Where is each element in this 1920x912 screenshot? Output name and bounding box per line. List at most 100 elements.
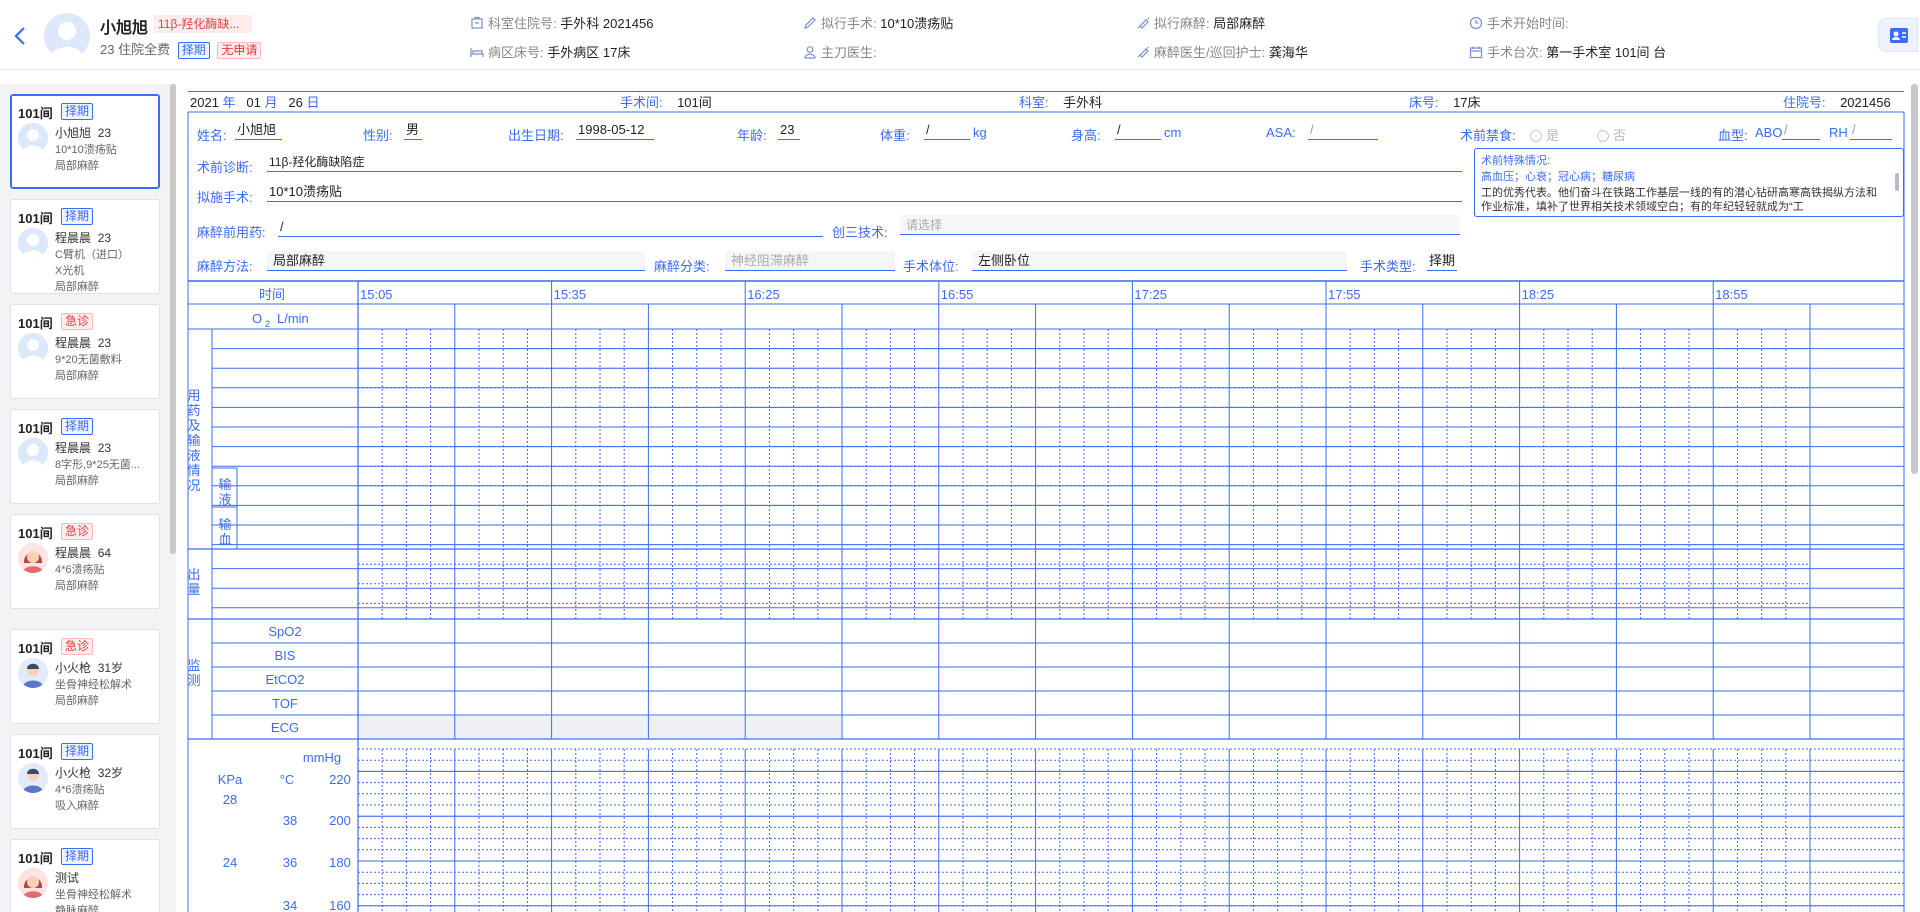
card-name: 小旭旭	[55, 126, 92, 140]
premed-field[interactable]: /	[278, 217, 823, 237]
anes-item: 拟行麻醉: 局部麻醉	[1136, 13, 1265, 32]
blood-label: 血型:	[1718, 128, 1748, 143]
back-arrow-icon[interactable]	[10, 24, 32, 48]
room-label: 手术台次:	[1487, 45, 1543, 60]
sidebar-scrollbar[interactable]	[170, 84, 176, 554]
room-field: 手术间: 101间	[620, 92, 712, 111]
time-value: 16:25	[747, 287, 780, 302]
vertical-char: 情	[187, 463, 200, 478]
special-scrollbar[interactable]	[1895, 173, 1899, 191]
contact-card-button[interactable]	[1878, 18, 1918, 52]
card-anesthesia: 静脉麻醉	[55, 905, 99, 912]
card-type-tag: 择期	[61, 743, 94, 760]
position-label: 手术体位:	[903, 259, 959, 274]
special-conditions: 高血压；心衰；冠心病；糖尿病	[1481, 171, 1635, 183]
card-avatar	[18, 123, 48, 153]
card-name-age: 程晨晨 23	[55, 439, 111, 456]
card-name-age: 程晨晨 64	[55, 544, 111, 561]
fasting-no-radio[interactable]: 否	[1597, 125, 1626, 144]
o2-unit: L/min	[277, 311, 309, 326]
time-label: 时间	[259, 287, 285, 302]
card-type-tag: 急诊	[61, 638, 94, 655]
start-item: 手术开始时间:	[1469, 13, 1572, 32]
ward-label: 病区床号:	[488, 45, 544, 60]
weight-field[interactable]: /	[924, 120, 970, 140]
anes-doc-item: 麻醉医生/巡回护士: 龚海华	[1136, 42, 1308, 61]
card-anesthesia: 局部麻醉	[55, 475, 99, 487]
card-age: 32岁	[97, 766, 124, 780]
card-operation: 4*6溃疡贴	[55, 784, 105, 796]
syringe-icon	[1137, 46, 1150, 58]
vertical-char: 液	[218, 492, 231, 507]
age-field[interactable]: 23	[778, 120, 800, 140]
op-item: 拟行手术: 10*10溃疡贴	[803, 13, 953, 32]
card-type-tag: 择期	[61, 103, 94, 120]
card-operation: 坐骨神经松解术	[55, 679, 132, 691]
op-label: 拟行手术:	[821, 16, 877, 31]
patient-card[interactable]: 101间 择期 程晨晨 23 C臂机（进口） X光机 局部麻醉	[10, 199, 160, 294]
fasting-yes-text: 是	[1546, 128, 1560, 143]
abo-label: ABO	[1755, 125, 1783, 140]
time-value: 17:55	[1328, 287, 1361, 302]
page-scrollbar[interactable]	[1911, 84, 1918, 474]
patient-card[interactable]: 101间 择期 测试 坐骨神经松解术 静脉麻醉	[10, 839, 160, 912]
method-field[interactable]: 局部麻醉	[267, 251, 645, 271]
sub-infusion-label: 输液	[218, 477, 231, 507]
card-room: 101间	[18, 211, 53, 226]
rh-field[interactable]: /	[1850, 120, 1892, 140]
abo-field[interactable]: /	[1782, 120, 1820, 140]
asa-field[interactable]: /	[1308, 120, 1378, 140]
vertical-char: 量	[187, 582, 200, 597]
special-conditions-box[interactable]: 术前特殊情况: 高血压；心衰；冠心病；糖尿病 工的优秀代表。他们奋斗在铁路工作基…	[1474, 148, 1904, 217]
patient-header: 小旭旭 11β-羟化酶缺... 23 住院全费 择期 无申请 科室住院号: 手外…	[0, 0, 1920, 70]
time-value: 17:25	[1134, 287, 1167, 302]
wound-select[interactable]: 请选择	[900, 215, 1460, 235]
surgeon-label: 主刀医生:	[821, 45, 877, 60]
card-operation: 10*10溃疡贴	[55, 144, 117, 156]
patient-list-sidebar: 101间 择期 小旭旭 23 10*10溃疡贴 局部麻醉 101间 择期 程晨晨 23 C臂机（…	[0, 84, 176, 912]
patient-card[interactable]: 101间 急诊 程晨晨 23 9*20无菌敷料 局部麻醉	[10, 304, 160, 399]
mmhg-tick: 160	[329, 898, 351, 912]
apply-tag: 无申请	[217, 42, 262, 60]
card-age: 31岁	[97, 661, 124, 675]
bed-field-label: 床号:	[1409, 95, 1439, 110]
card-operation: C臂机（进口）	[55, 249, 129, 261]
height-field[interactable]: /	[1115, 120, 1161, 140]
planop-field[interactable]: 10*10溃疡贴	[267, 182, 1462, 202]
prediag-field[interactable]: 11β-羟化酶缺陷症	[267, 152, 1462, 172]
patient-card[interactable]: 101间 择期 小旭旭 23 10*10溃疡贴 局部麻醉	[10, 94, 160, 189]
dob-field[interactable]: 1998-05-12	[576, 120, 654, 140]
syringe-icon	[1137, 17, 1150, 29]
method-label: 麻醉方法:	[197, 259, 253, 274]
fasting-yes-radio[interactable]: 是	[1530, 125, 1559, 144]
card-room: 101间	[18, 106, 53, 121]
class-label: 麻醉分类:	[654, 259, 710, 274]
date-day: 26	[288, 95, 303, 110]
card-anesthesia: 局部麻醉	[55, 695, 99, 707]
card-type-tag: 急诊	[61, 523, 94, 540]
dept-field-value: 手外科	[1063, 95, 1103, 110]
class-field[interactable]: 神经阻滞麻醉	[725, 251, 895, 271]
hosp-field: 住院号: 2021456	[1783, 92, 1891, 111]
meta-text: 23 住院全费	[100, 42, 171, 57]
patient-card[interactable]: 101间 择期 程晨晨 23 8字形,9*25无菌... 局部麻醉	[10, 409, 160, 504]
patient-card[interactable]: 101间 急诊 小火枪 31岁 坐骨神经松解术 局部麻醉	[10, 629, 160, 724]
vertical-char: 液	[187, 448, 200, 463]
record-date: 2021 年 01 月 26 日	[190, 92, 319, 111]
card-age: 23	[97, 231, 112, 245]
mmhg-tick: 200	[329, 813, 351, 828]
name-field[interactable]: 小旭旭	[235, 120, 282, 140]
card-name: 程晨晨	[55, 231, 92, 245]
card-avatar	[18, 658, 48, 688]
optype-field[interactable]: 择期	[1427, 251, 1457, 271]
weight-unit: kg	[973, 125, 987, 140]
person-icon	[804, 45, 816, 59]
position-field[interactable]: 左侧卧位	[972, 251, 1347, 271]
card-name-age: 小旭旭 23	[55, 124, 111, 141]
sex-field[interactable]: 男	[404, 120, 422, 140]
patient-card[interactable]: 101间 急诊 程晨晨 64 4*6溃疡贴 局部麻醉	[10, 514, 160, 609]
vertical-char: 况	[187, 478, 200, 493]
patient-card[interactable]: 101间 择期 小火枪 32岁 4*6溃疡贴 吸入麻醉	[10, 734, 160, 829]
fasting-no-text: 否	[1613, 128, 1627, 143]
room-field-value: 101间	[677, 95, 712, 110]
